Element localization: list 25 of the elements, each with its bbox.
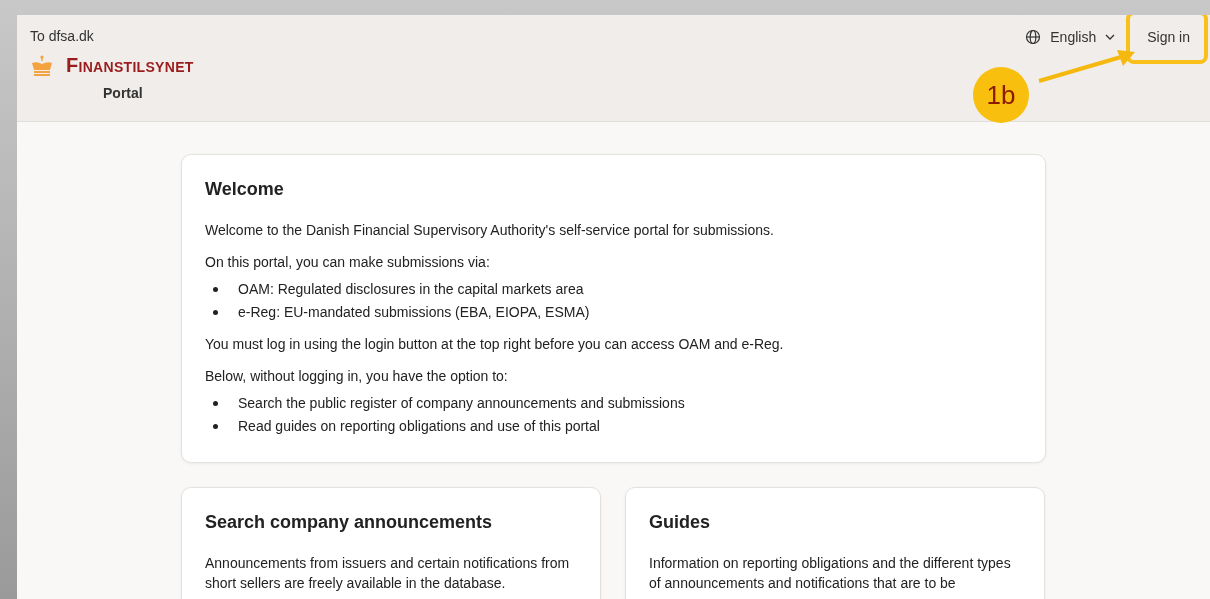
card-title: Welcome xyxy=(205,179,285,200)
card-text: Announcements from issuers and certain notifications from short sellers are freely available in the database. xyxy=(205,554,571,593)
paragraph: Welcome to the Danish Financial Supervisory Authority's self-service portal for submissions. xyxy=(205,221,775,240)
globe-icon xyxy=(1025,29,1042,45)
bullet-icon xyxy=(213,401,218,406)
card-title: Search company announcements xyxy=(205,512,494,533)
list-item-text: Read guides on reporting obligations and use of this portal xyxy=(238,417,600,436)
card-title: Guides xyxy=(649,512,711,533)
bullet-icon xyxy=(213,424,218,429)
logo-subtitle: Portal xyxy=(103,85,144,101)
list-item-text: OAM: Regulated disclosures in the capital markets area xyxy=(238,280,584,299)
language-selector[interactable]: English xyxy=(1021,21,1120,53)
bullet-icon xyxy=(213,310,218,315)
paragraph: Below, without logging in, you have the option to: xyxy=(205,367,509,386)
sign-in-button[interactable]: Sign in xyxy=(1137,21,1200,53)
bullet-icon xyxy=(213,287,218,292)
crown-icon xyxy=(30,54,54,77)
paragraph: You must log in using the login button at the top right before you can access OAM and e-Reg. xyxy=(205,335,785,354)
back-link[interactable]: To dfsa.dk xyxy=(30,28,194,44)
paragraph: On this portal, you can make submissions via: xyxy=(205,253,491,272)
list-item-text: e-Reg: EU-mandated submissions (EBA, EIOPA, ESMA) xyxy=(238,303,590,322)
card-text: Information on reporting obligations and the different types of announcements and notifications that are to be xyxy=(649,554,1012,593)
list-item-text: Search the public register of company announcements and submissions xyxy=(238,394,685,413)
chevron-down-icon xyxy=(1105,34,1116,40)
logo-wordmark[interactable]: Finanstilsynet xyxy=(66,54,194,77)
